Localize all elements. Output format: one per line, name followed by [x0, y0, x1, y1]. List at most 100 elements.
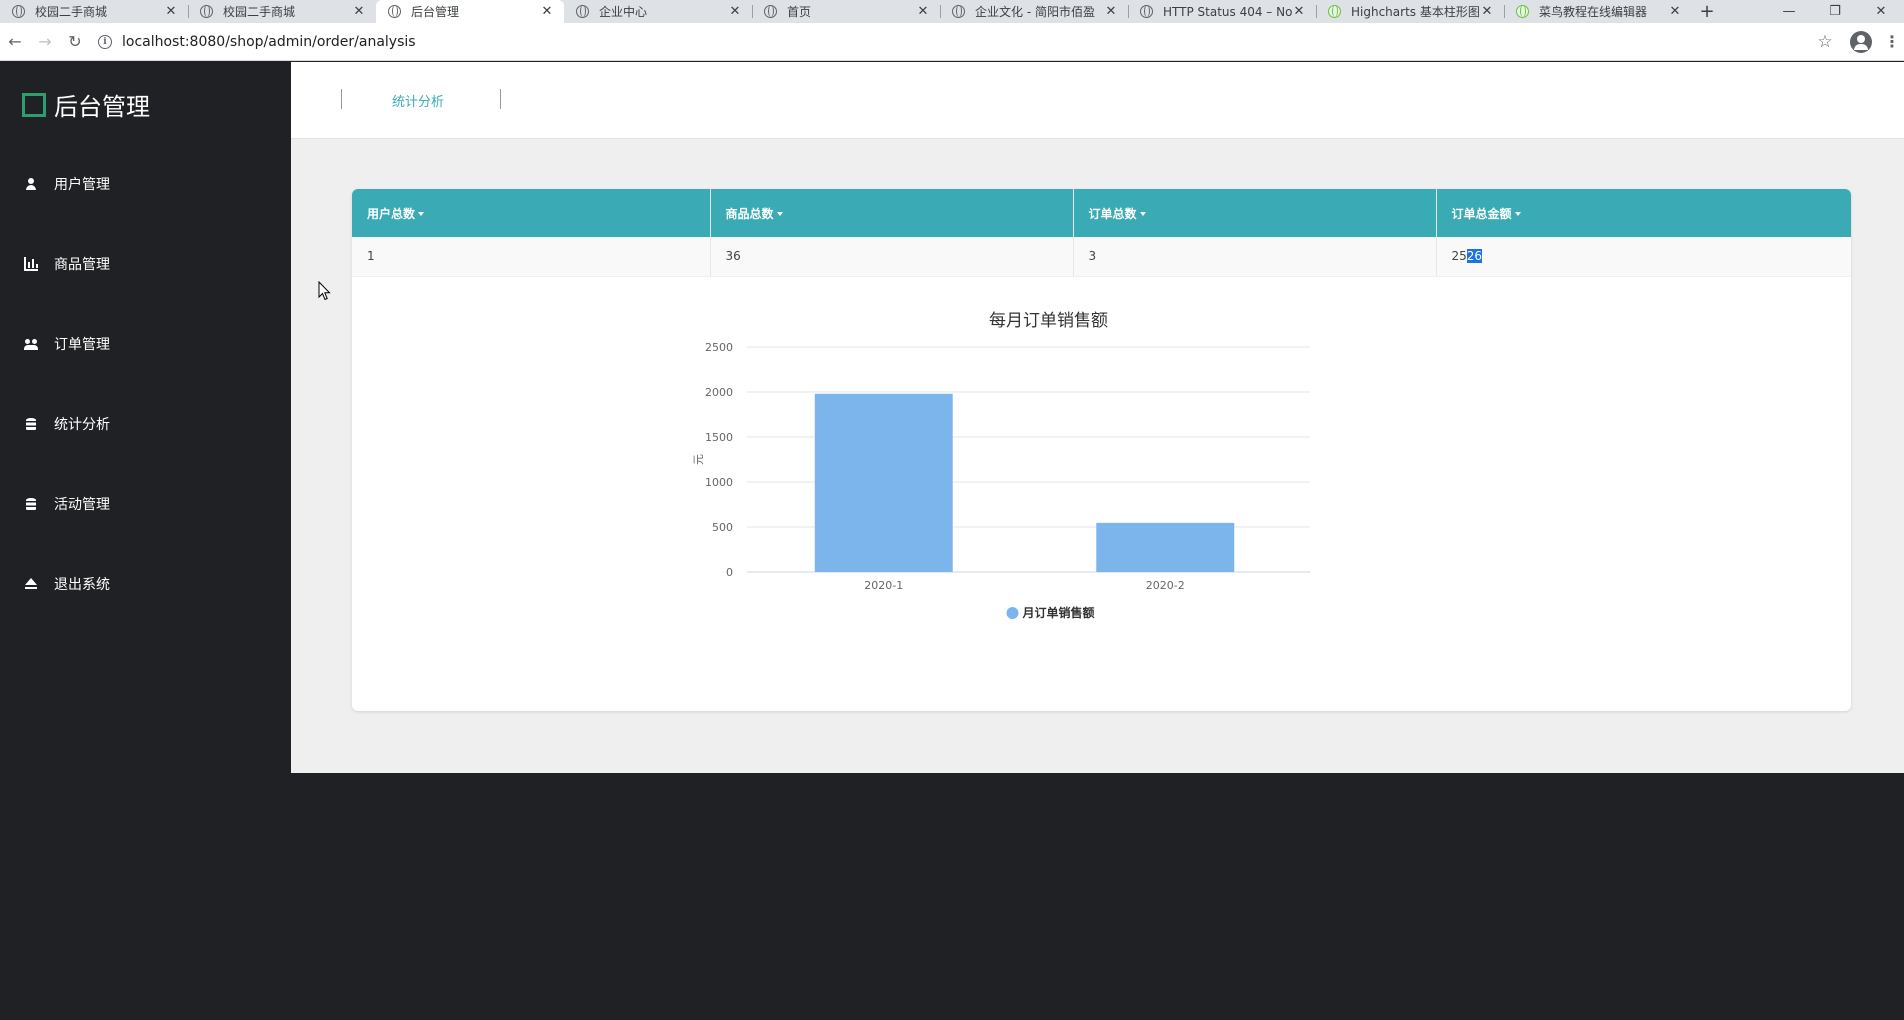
url-text[interactable]: localhost:8080/shop/admin/order/analysis — [122, 34, 416, 50]
column-header[interactable]: 商品总数 — [710, 189, 1074, 237]
reload-icon[interactable]: ↻ — [60, 27, 90, 57]
sidebar-item-label: 订单管理 — [54, 337, 110, 353]
sidebar-item-users[interactable]: 用户管理 — [0, 144, 291, 224]
browser-tab-strip: 校园二手商城 ✕ 校园二手商城 ✕ 后台管理 ✕ 企业中心 ✕ 首页 ✕ 企业文化 - 简… — [0, 0, 1904, 23]
minimize-icon[interactable]: — — [1766, 0, 1812, 23]
close-window-icon[interactable]: ✕ — [1858, 0, 1904, 23]
stats-table: 用户总数 商品总数 订单总数 订单总金额 1 36 3 2526 — [352, 189, 1851, 277]
column-header[interactable]: 订单总金额 — [1436, 189, 1851, 237]
users-icon — [24, 337, 38, 351]
browser-tab[interactable]: 校园二手商城 ✕ — [0, 0, 188, 23]
account-icon[interactable] — [1850, 30, 1872, 53]
y-tick-label: 0 — [726, 566, 733, 579]
restore-icon[interactable]: ❐ — [1812, 0, 1858, 23]
legend-marker — [1006, 607, 1019, 619]
close-icon[interactable]: ✕ — [1668, 4, 1682, 19]
sidebar-item-label: 统计分析 — [54, 417, 110, 433]
amount-value: 2526 — [1451, 249, 1483, 264]
tab-title: 校园二手商城 — [35, 5, 108, 19]
browser-tab[interactable]: 首页 ✕ — [752, 0, 940, 23]
new-tab-button[interactable]: + — [1692, 0, 1722, 23]
table-cell: 36 — [710, 237, 1074, 277]
table-cell: 1 — [352, 237, 711, 277]
caret-down-icon — [1139, 212, 1146, 216]
browser-tab-active[interactable]: 后台管理 ✕ — [376, 0, 564, 23]
close-icon[interactable]: ✕ — [1480, 4, 1494, 19]
sidebar-item-label: 退出系统 — [54, 577, 110, 593]
caret-down-icon — [418, 212, 425, 216]
tab-title: 企业中心 — [599, 5, 648, 19]
tab-title: HTTP Status 404 – No — [1163, 4, 1292, 19]
bookmark-star-icon[interactable]: ☆ — [1808, 32, 1842, 52]
breadcrumb-separator — [341, 89, 342, 109]
info-icon[interactable]: i — [98, 34, 112, 49]
x-tick-label: 2020-1 — [864, 579, 903, 592]
browser-tab[interactable]: Highcharts 基本柱形图 ✕ — [1316, 0, 1504, 23]
runoob-icon — [1516, 5, 1529, 18]
mouse-cursor-icon — [318, 281, 331, 301]
sidebar-item-products[interactable]: 商品管理 — [0, 224, 291, 304]
user-icon — [24, 177, 38, 191]
close-icon[interactable]: ✕ — [164, 4, 178, 19]
brand: 后台管理 — [22, 87, 150, 122]
forward-icon[interactable]: → — [30, 27, 60, 57]
close-icon[interactable]: ✕ — [352, 4, 366, 19]
column-header-label: 订单总金额 — [1451, 206, 1512, 221]
bar — [1096, 522, 1235, 572]
close-icon[interactable]: ✕ — [916, 4, 930, 19]
brand-logo-icon — [22, 92, 46, 117]
sidebar-item-activities[interactable]: 活动管理 — [0, 464, 291, 544]
back-icon[interactable]: ← — [0, 27, 30, 57]
y-tick-label: 500 — [712, 521, 733, 534]
close-icon[interactable]: ✕ — [1292, 4, 1306, 19]
browser-menu-icon[interactable]: ⋮ — [1880, 32, 1904, 51]
chart-title: 每月订单销售额 — [989, 311, 1108, 331]
table-cell-total-amount: 2526 — [1436, 237, 1851, 277]
tab-title: 首页 — [787, 5, 812, 19]
globe-icon — [764, 5, 777, 18]
browser-toolbar: ← → ↻ i localhost:8080/shop/admin/order/… — [0, 23, 1904, 61]
chart-svg: 每月订单销售额 0 500 1000 1500 2000 2500 元 2020-1 2020-2… — [692, 311, 1310, 620]
column-header-label: 用户总数 — [367, 206, 416, 221]
tab-title: 菜鸟教程在线编辑器 — [1539, 5, 1648, 19]
sidebar-item-orders[interactable]: 订单管理 — [0, 304, 291, 384]
analysis-card: 用户总数 商品总数 订单总数 订单总金额 1 36 3 2526 每月订单销售额… — [352, 189, 1851, 711]
sidebar-item-label: 商品管理 — [54, 257, 110, 273]
globe-icon — [200, 5, 213, 18]
browser-tab[interactable]: 校园二手商城 ✕ — [188, 0, 376, 23]
main-content: 统计分析 用户总数 商品总数 订单总数 订单总金额 1 36 3 2526 每月… — [291, 62, 1904, 773]
caret-down-icon — [776, 212, 783, 216]
globe-icon — [952, 5, 965, 18]
tab-title: 校园二手商城 — [223, 5, 296, 19]
close-icon[interactable]: ✕ — [728, 4, 742, 19]
y-tick-label: 2000 — [705, 386, 733, 399]
address-bar[interactable]: i localhost:8080/shop/admin/order/analys… — [98, 27, 1808, 57]
monthly-sales-chart: 每月订单销售额 0 500 1000 1500 2000 2500 元 2020-1 2020-2… — [352, 276, 1851, 711]
browser-tab[interactable]: 企业中心 ✕ — [564, 0, 752, 23]
sidebar-item-logout[interactable]: 退出系统 — [0, 544, 291, 624]
brand-title: 后台管理 — [54, 93, 150, 121]
browser-tab[interactable]: 菜鸟教程在线编辑器 ✕ — [1504, 0, 1692, 23]
runoob-icon — [1328, 5, 1341, 18]
browser-tab[interactable]: 企业文化 - 简阳市佰盈 ✕ — [940, 0, 1128, 23]
close-icon[interactable]: ✕ — [540, 4, 554, 19]
breadcrumb-analysis[interactable]: 统计分析 — [392, 91, 444, 110]
bar — [814, 393, 953, 572]
sidebar-item-label: 活动管理 — [54, 497, 110, 513]
eject-icon — [24, 577, 38, 591]
browser-tab[interactable]: HTTP Status 404 – No ✕ — [1128, 0, 1316, 23]
tab-title: Highcharts 基本柱形图 — [1351, 5, 1480, 19]
sidebar-item-analysis[interactable]: 统计分析 — [0, 384, 291, 464]
sidebar-menu: 用户管理 商品管理 订单管理 统计分析 活动管理 退出系统 — [0, 144, 291, 624]
page: 后台管理 用户管理 商品管理 订单管理 统计分析 活动管理 退出系统 统计分析 … — [0, 62, 1904, 1020]
globe-icon — [576, 5, 589, 18]
table-cell: 3 — [1073, 237, 1437, 277]
close-icon[interactable]: ✕ — [1104, 4, 1118, 19]
globe-icon — [1140, 5, 1153, 18]
window-controls: — ❐ ✕ — [1766, 0, 1904, 23]
database-icon — [26, 497, 36, 511]
column-header[interactable]: 订单总数 — [1073, 189, 1437, 237]
tab-title: 后台管理 — [411, 5, 460, 19]
page-header: 统计分析 — [291, 62, 1904, 139]
column-header[interactable]: 用户总数 — [352, 189, 711, 237]
